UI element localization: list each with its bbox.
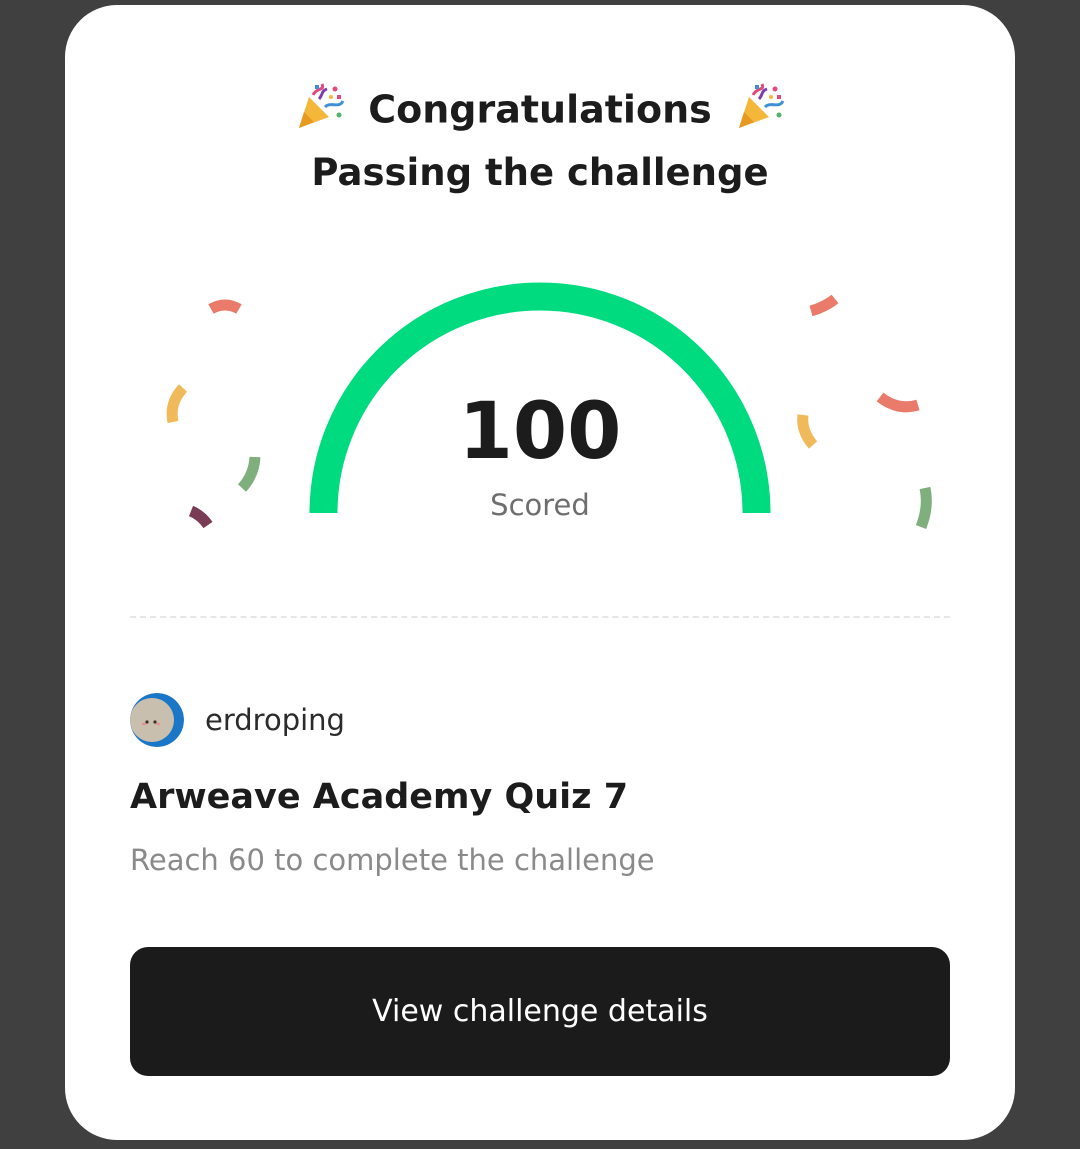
- score-label: Scored: [490, 488, 590, 522]
- score-value: 100: [458, 387, 622, 477]
- challenge-title: Arweave Academy Quiz 7: [130, 777, 629, 817]
- party-popper-icon: [738, 82, 785, 128]
- page-subtitle: Passing the challenge: [311, 151, 769, 194]
- challenge-description: Reach 60 to complete the challenge: [130, 843, 655, 877]
- confetti-piece: [809, 294, 839, 317]
- party-popper-icon: [299, 82, 345, 128]
- confetti-piece: [208, 299, 242, 314]
- author-name[interactable]: erdroping: [205, 703, 345, 737]
- section-divider: [130, 616, 950, 618]
- avatar[interactable]: [130, 693, 184, 747]
- title-row: Congratulations: [65, 77, 1015, 140]
- congratulations-title: Congratulations: [368, 87, 712, 132]
- score-gauge: 100 Scored: [65, 275, 1015, 545]
- author-row: erdroping: [130, 692, 345, 748]
- challenge-result-modal: Congratulations Passing the challenge 10…: [65, 5, 1015, 1140]
- view-challenge-details-button[interactable]: View challenge details: [130, 947, 950, 1076]
